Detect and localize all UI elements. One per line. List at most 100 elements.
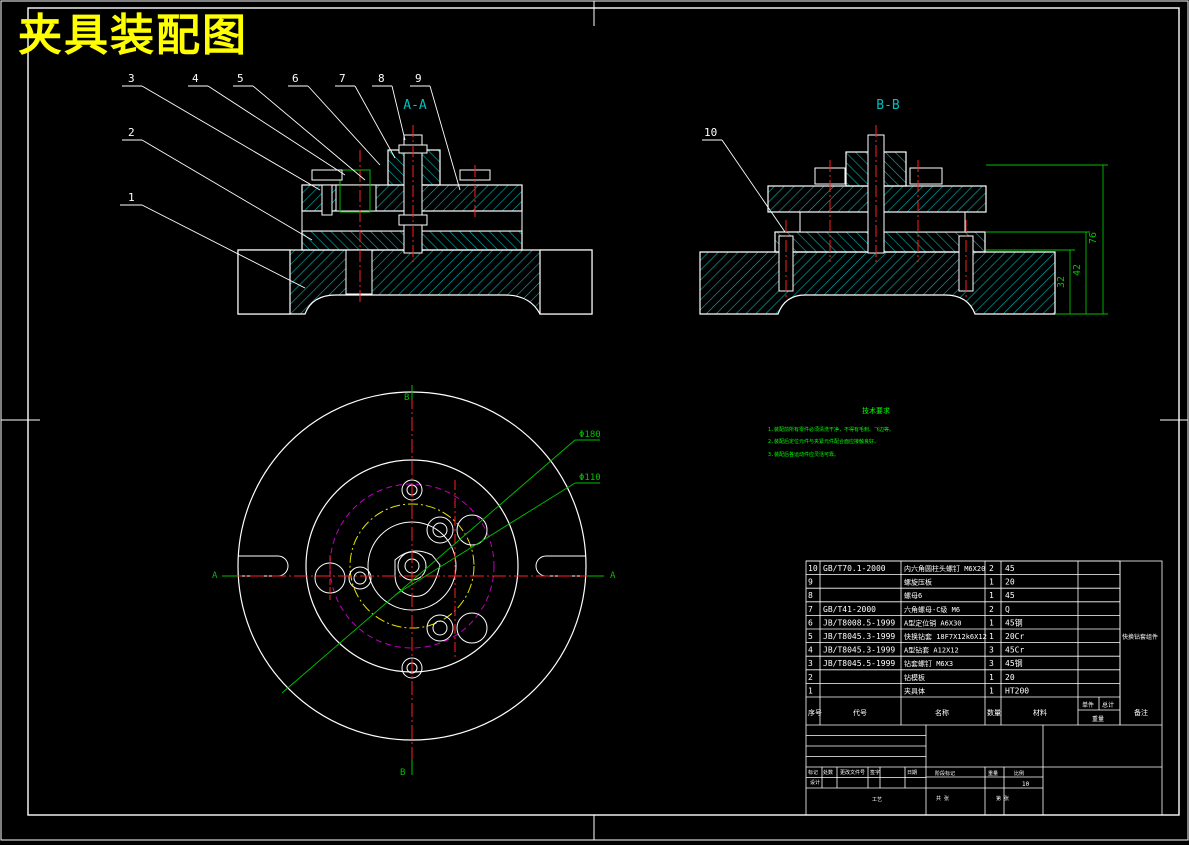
bom-row-7-code: GB/T41-2000	[823, 605, 876, 614]
bom-row-1-no: 1	[808, 686, 813, 695]
bom-header-code: 代号	[853, 708, 867, 717]
bom-row-2-qty: 1	[989, 673, 994, 682]
bom-header-qty: 数量	[987, 708, 1001, 717]
bom-row-6-mat: 45钢	[1005, 617, 1023, 627]
balloon-2: 2	[128, 126, 135, 139]
bom-row-1-mat: HT200	[1005, 686, 1029, 695]
bom-row-4-mat: 45Cr	[1005, 646, 1024, 655]
title-stage: 阶段标记	[935, 770, 955, 777]
dim-phi180: Φ180	[579, 430, 601, 440]
bom-row-9-name: 螺旋压板	[904, 578, 932, 587]
bom-row-5-name: 快换钻套 18F7X12k6X12	[904, 632, 987, 641]
title-weight: 重量	[988, 770, 998, 777]
bb-base-body	[699, 251, 1056, 315]
top-view-dim-texts: Φ180 Φ110	[579, 430, 601, 483]
bom-row-2-mat: 20	[1005, 673, 1015, 682]
bom-header-note: 备注	[1134, 708, 1148, 717]
dim-76: 76	[1088, 232, 1099, 244]
bb-dimension-texts: 76 42 32	[1056, 232, 1099, 288]
bom-row-8-qty: 1	[989, 591, 994, 600]
title-craft: 工艺	[872, 797, 882, 803]
bom-row-6-name: A型定位销 A6X30	[904, 618, 962, 627]
bom-row-8-name: 螺母6	[904, 591, 922, 600]
bom-row-8-mat: 45	[1005, 591, 1015, 600]
title-scale-value: 10	[1022, 781, 1030, 788]
title-scale: 比例	[1014, 770, 1024, 777]
bom-row-3-name: 钻套螺钉 M6X3	[904, 659, 953, 668]
tech-note-1: 1.装配前所有零件必须清洗干净，不得有毛刺、飞边等。	[768, 426, 894, 433]
bom-row-9-qty: 1	[989, 578, 994, 587]
bom-row-7-no: 7	[808, 605, 813, 614]
bom-row-10-mat: 45	[1005, 564, 1015, 573]
title-sheet-total: 共 张	[936, 795, 949, 802]
bom-row-5-no: 5	[808, 632, 813, 641]
title-change-doc: 更改文件号	[840, 769, 865, 776]
bom-table: 10 GB/T70.1-2000 内六角圆柱头螺钉 M6X20 2 45 9 螺旋压板 1 20…	[805, 560, 1163, 816]
bom-row-5-qty: 1	[989, 632, 994, 641]
bom-row-3-mat: 45钢	[1005, 658, 1023, 668]
aa-base-body	[237, 249, 593, 315]
bom-row-4-code: JB/T8045.3-1999	[823, 646, 895, 655]
bom-row-7-mat: Q	[1005, 605, 1010, 614]
bom-row-7-qty: 2	[989, 605, 994, 614]
balloon-8: 8	[378, 72, 385, 85]
bom-row-7-name: 六角螺母-C级 M6	[904, 605, 960, 614]
balloon-1: 1	[128, 191, 135, 204]
bom-row-8-no: 8	[808, 591, 813, 600]
balloon-10: 10	[704, 126, 717, 139]
top-view	[228, 391, 600, 760]
bom-row-9-no: 9	[808, 578, 813, 587]
bom-row-10-no: 10	[808, 564, 818, 573]
dim-phi110: Φ110	[579, 473, 601, 483]
section-aa-view: A-A	[237, 98, 593, 315]
bom-row-2-no: 2	[808, 673, 813, 682]
technical-notes: 技术要求 1.装配前所有零件必须清洗干净，不得有毛刺、飞边等。 2.装配后定位元…	[768, 406, 894, 458]
balloon-6: 6	[292, 72, 299, 85]
balloon-9: 9	[415, 72, 422, 85]
balloon-3: 3	[128, 72, 135, 85]
bom-row-4-qty: 3	[989, 646, 994, 655]
bom-header-mat: 材料	[1033, 708, 1047, 717]
bom-header-single: 单件	[1082, 701, 1094, 709]
title-design: 设计	[810, 779, 820, 786]
bom-row-4-name: A型钻套 A12X12	[904, 646, 959, 655]
bom-header-no: 序号	[808, 708, 822, 717]
tech-note-2: 2.装配后定位元件与夹紧元件配合面应接触良好。	[768, 438, 879, 445]
dim-32: 32	[1056, 276, 1067, 288]
tech-notes-title: 技术要求	[862, 406, 890, 415]
bom-row-3-no: 3	[808, 659, 813, 668]
title-zones: 处数	[823, 769, 833, 776]
bom-row-6-no: 6	[808, 618, 813, 627]
cut-mark-a-left: A	[212, 571, 218, 581]
title-date: 日期	[907, 770, 917, 776]
drawing-title: 夹具装配图	[18, 10, 248, 61]
title-sign: 签字	[870, 769, 880, 776]
title-sheet: 第 张	[996, 795, 1009, 802]
cut-mark-b-top: B	[404, 393, 409, 403]
bom-row-1-name: 夹具体	[904, 686, 925, 695]
bom-row-1-qty: 1	[989, 686, 994, 695]
tech-note-3: 3.装配后各运动件应灵活可靠。	[768, 451, 839, 458]
section-aa-label: A-A	[403, 98, 427, 113]
bom-row-3-code: JB/T8045.5-1999	[823, 659, 895, 668]
bom-header-weight: 重量	[1092, 715, 1104, 723]
section-bb-label: B-B	[876, 98, 900, 113]
sheet-frame	[0, 0, 1189, 841]
bom-row-5-note: 快换钻套组件	[1122, 633, 1158, 641]
bom-row-5-mat: 20Cr	[1005, 632, 1024, 641]
title-mark: 标记	[808, 769, 818, 776]
bom-row-10-code: GB/T70.1-2000	[823, 564, 886, 573]
balloon-5: 5	[237, 72, 244, 85]
balloon-7: 7	[339, 72, 346, 85]
bom-row-5-code: JB/T8045.3-1999	[823, 632, 895, 641]
bom-row-6-code: JB/T8008.5-1999	[823, 618, 895, 627]
bom-header-name: 名称	[935, 708, 949, 717]
bom-row-6-qty: 1	[989, 618, 994, 627]
section-bb-view: B-B	[699, 98, 1056, 315]
bom-row-10-name: 内六角圆柱头螺钉 M6X20	[904, 564, 985, 573]
bom-header-total: 总计	[1102, 701, 1114, 709]
dim-42: 42	[1072, 264, 1083, 276]
bom-row-2-name: 钻模板	[904, 673, 925, 682]
cut-marks: A A B B	[212, 393, 616, 778]
cut-mark-a-right: A	[610, 571, 616, 581]
